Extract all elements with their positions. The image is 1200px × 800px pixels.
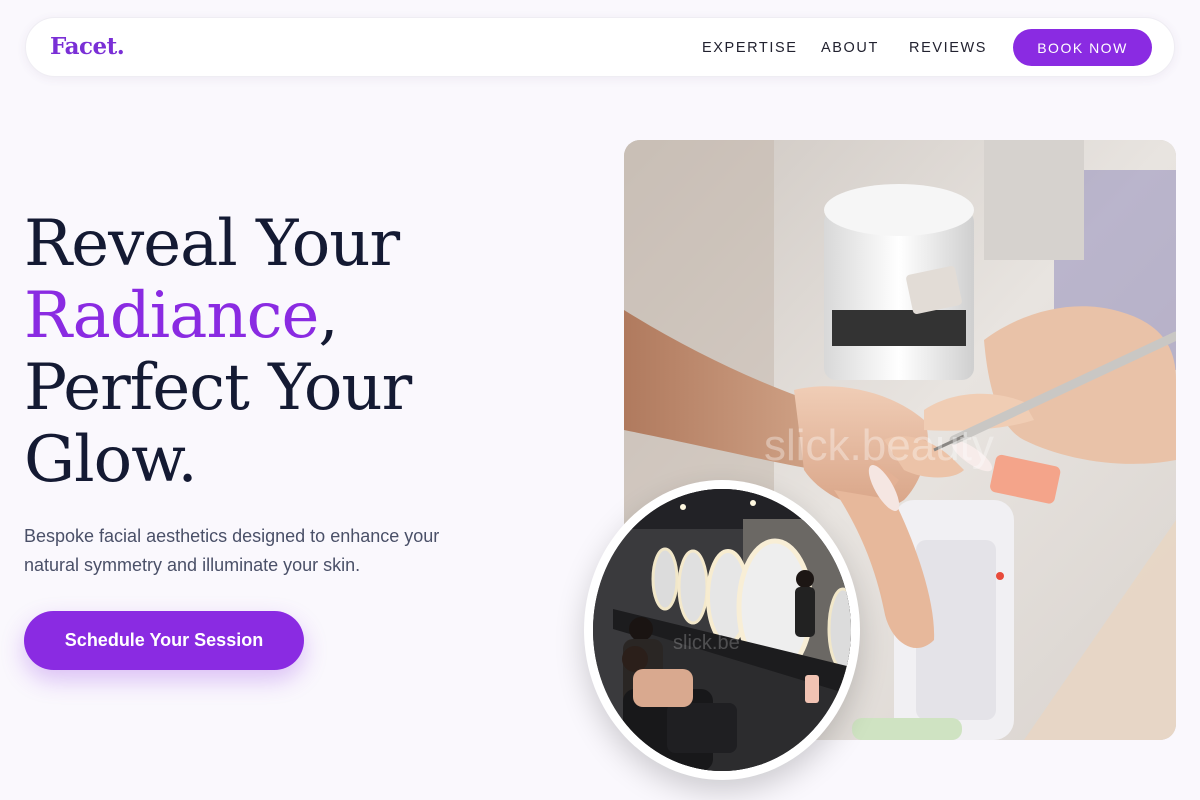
headline-line-4: Glow.: [24, 423, 198, 497]
top-nav: Facet. EXPERTISE ABOUT REVIEWS BOOK NOW: [25, 17, 1175, 77]
salon-interior-illustration: slick.be: [593, 489, 851, 771]
salon-interior-photo: slick.be: [593, 489, 851, 771]
nav-link-reviews[interactable]: REVIEWS: [909, 40, 987, 56]
main-photo-watermark: slick.beauty: [764, 421, 994, 470]
hero-subtext: Bespoke facial aesthetics designed to en…: [24, 526, 440, 575]
hero-headline: Reveal Your Radiance, Perfect Your Glow.: [24, 208, 584, 496]
brand-logo[interactable]: Facet.: [50, 33, 125, 60]
nav-link-expertise[interactable]: EXPERTISE: [702, 40, 798, 56]
circle-photo-watermark: slick.be: [673, 632, 740, 654]
landing-page: Facet. EXPERTISE ABOUT REVIEWS BOOK NOW …: [0, 0, 1200, 800]
schedule-session-button[interactable]: Schedule Your Session: [24, 611, 304, 670]
nav-link-about[interactable]: ABOUT: [821, 40, 879, 56]
salon-photo-frame: slick.be: [584, 480, 860, 780]
book-now-button[interactable]: BOOK NOW: [1013, 29, 1152, 66]
headline-line-3: Perfect Your: [24, 351, 412, 425]
headline-line-1: Reveal Your: [24, 207, 400, 281]
headline-accent-word: Radiance: [24, 279, 319, 353]
headline-comma: ,: [318, 279, 338, 353]
